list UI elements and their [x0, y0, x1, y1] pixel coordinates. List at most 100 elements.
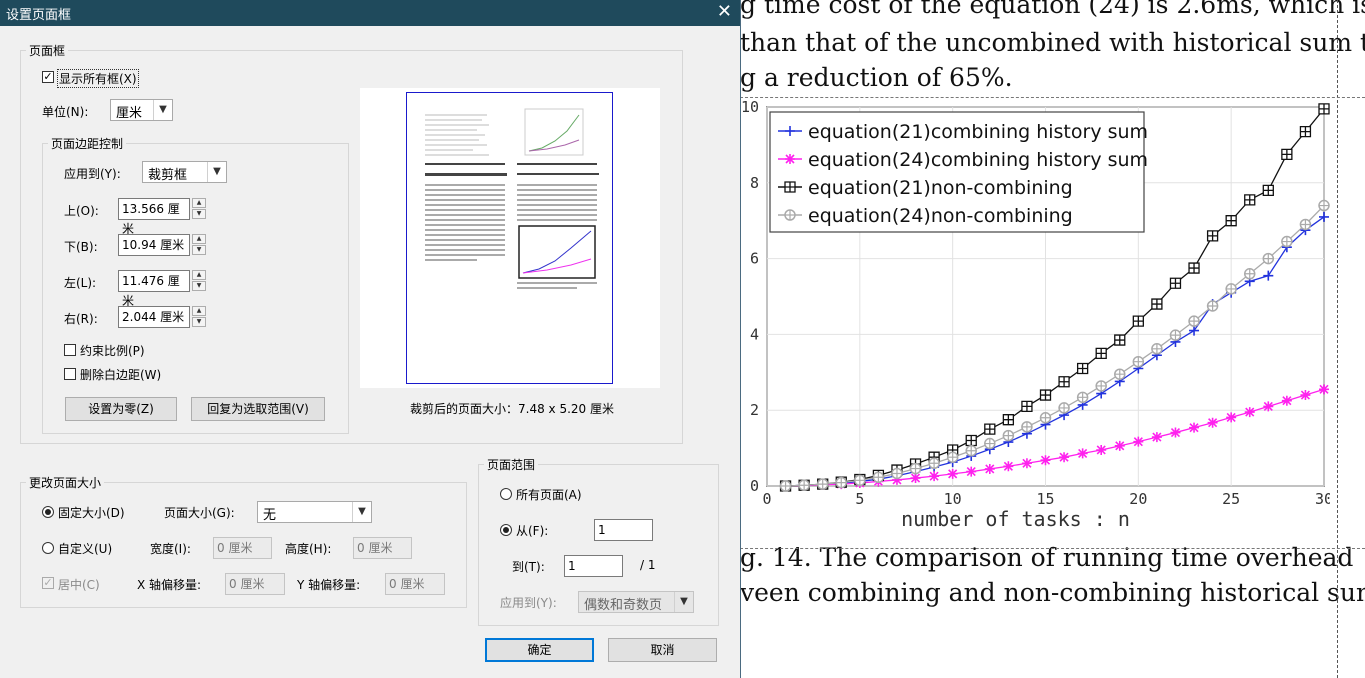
center-checkbox[interactable]: ✓	[42, 577, 54, 589]
spin-down-icon[interactable]: ▼	[192, 281, 206, 291]
data-point	[1077, 448, 1088, 459]
data-point	[1151, 432, 1162, 443]
data-point	[1169, 277, 1182, 289]
left-margin-label: 左(L):	[64, 276, 97, 290]
cancel-button[interactable]: 取消	[608, 638, 717, 662]
constrain-checkbox[interactable]	[64, 344, 76, 356]
y-tick-label: 2	[750, 401, 759, 419]
apply-to-select[interactable]: 裁剪框 ▼	[142, 161, 227, 183]
fixed-size-label[interactable]: 固定大小(D)	[58, 504, 125, 521]
page-size-select[interactable]: 无 ▼	[257, 501, 372, 523]
data-point	[1170, 427, 1181, 438]
center-label[interactable]: 居中(C)	[58, 576, 100, 593]
data-point	[966, 466, 977, 477]
spin-up-icon[interactable]: ▲	[192, 306, 206, 316]
data-point	[1132, 315, 1144, 327]
top-margin-input[interactable]: 13.566 厘米	[118, 198, 190, 236]
from-radio[interactable]	[500, 524, 512, 536]
spin-down-icon[interactable]: ▼	[192, 209, 206, 219]
data-point	[1188, 262, 1200, 274]
remove-white-checkbox[interactable]	[64, 368, 76, 380]
custom-label[interactable]: 自定义(U)	[58, 540, 112, 557]
right-margin-input[interactable]: 2.044 厘米	[118, 306, 190, 328]
close-icon[interactable]: ✕	[717, 1, 732, 22]
apply-range-value: 偶数和奇数页	[584, 598, 663, 613]
all-pages-label[interactable]: 所有页面(A)	[516, 486, 582, 503]
x-offset-input[interactable]: 0 厘米	[225, 573, 285, 595]
spin-up-icon[interactable]: ▲	[192, 234, 206, 244]
x-tick-label: 10	[944, 490, 962, 508]
page-size-label: 页面大小(G):	[164, 506, 235, 520]
crop-guide-bottom	[740, 548, 1365, 549]
crop-box-group-label: 页面框	[26, 42, 69, 59]
height-input[interactable]: 0 厘米	[353, 537, 412, 559]
constrain-label[interactable]: 约束比例(P)	[80, 342, 145, 359]
dialog-title: 设置页面框	[6, 8, 72, 23]
bottom-margin-label: 下(B):	[64, 240, 98, 254]
fixed-size-radio[interactable]	[42, 506, 54, 518]
chevron-down-icon: ▼	[352, 502, 371, 522]
data-point	[1059, 452, 1070, 463]
data-point	[1021, 458, 1032, 469]
revert-button[interactable]: 回复为选取范围(V)	[191, 397, 325, 421]
y-offset-input[interactable]: 0 厘米	[385, 573, 445, 595]
margin-control-label: 页面边距控制	[48, 135, 127, 152]
data-point	[1076, 362, 1089, 375]
to-label: 到(T):	[512, 560, 545, 574]
page-size-value: 无	[263, 508, 277, 523]
remove-white-label[interactable]: 删除白边距(W)	[80, 366, 161, 383]
x-tick-label: 0	[762, 490, 771, 508]
apply-range-label: 应用到(Y):	[500, 596, 557, 610]
x-offset-label: X 轴偏移量:	[137, 578, 202, 592]
data-point	[1300, 390, 1311, 401]
data-point	[910, 473, 921, 484]
unit-select[interactable]: 厘米 ▼	[110, 99, 173, 121]
data-point	[1114, 334, 1126, 346]
chevron-down-icon: ▼	[153, 100, 172, 120]
data-point	[1225, 215, 1237, 227]
spin-down-icon[interactable]: ▼	[192, 317, 206, 327]
apply-range-select[interactable]: 偶数和奇数页 ▼	[578, 591, 694, 613]
data-point	[1151, 298, 1163, 310]
to-input[interactable]: 1	[564, 555, 623, 577]
data-point	[1263, 401, 1274, 412]
bottom-margin-input[interactable]: 10.94 厘米	[118, 234, 190, 256]
all-pages-radio[interactable]	[500, 488, 512, 500]
spin-up-icon[interactable]: ▲	[192, 198, 206, 208]
y-tick-label: 10	[741, 98, 759, 116]
y-tick-label: 6	[750, 250, 759, 268]
width-input[interactable]: 0 厘米	[213, 537, 272, 559]
left-margin-input[interactable]: 11.476 厘米	[118, 270, 190, 308]
data-point	[1244, 194, 1256, 206]
data-point	[1021, 400, 1033, 413]
data-point	[1207, 417, 1218, 428]
set-zero-button[interactable]: 设置为零(Z)	[65, 397, 177, 421]
data-point	[1003, 461, 1014, 472]
width-label: 宽度(I):	[150, 542, 191, 556]
spin-up-icon[interactable]: ▲	[192, 270, 206, 280]
legend-entry: equation(21)combining history sum	[808, 121, 1148, 143]
show-all-label[interactable]: 显示所有框(X)	[57, 69, 139, 88]
x-tick-label: 5	[855, 490, 864, 508]
page-preview	[360, 88, 660, 388]
apply-to-value: 裁剪框	[148, 168, 188, 183]
data-point	[1206, 230, 1219, 242]
show-all-checkbox[interactable]: ✓	[42, 71, 54, 83]
preview-thumbnail	[425, 108, 599, 289]
from-input[interactable]: 1	[594, 519, 653, 541]
ok-button[interactable]: 确定	[485, 638, 594, 662]
data-point	[785, 154, 795, 164]
spin-down-icon[interactable]: ▼	[192, 245, 206, 255]
data-point	[1114, 440, 1125, 451]
data-point	[965, 434, 977, 447]
from-label[interactable]: 从(F):	[516, 522, 548, 539]
total-pages-text: / 1	[640, 558, 656, 572]
doc-text-line2: than that of the uncombined with histori…	[740, 28, 1365, 57]
custom-radio[interactable]	[42, 542, 54, 554]
x-tick-label: 15	[1036, 490, 1054, 508]
preview-size-text: 裁剪后的页面大小：7.48 x 5.20 厘米	[410, 402, 614, 416]
data-point	[1133, 436, 1144, 447]
doc-text-line1: g time cost of the equation (24) is 2.6m…	[740, 0, 1365, 19]
x-axis-label: number of tasks : n	[901, 507, 1130, 531]
data-point	[1262, 184, 1274, 197]
